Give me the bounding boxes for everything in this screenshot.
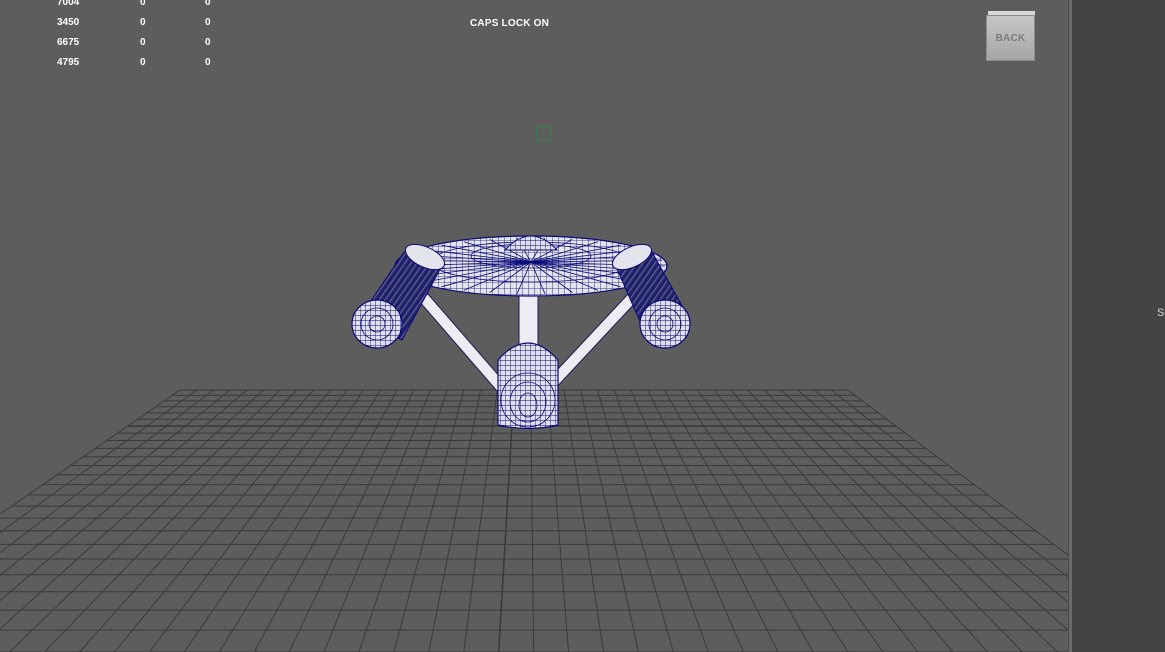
panel-clipped-label: Se (1157, 307, 1165, 319)
right-nacelle (612, 243, 691, 349)
hud-poly-stats: 7004 0 0 3450 0 0 6675 0 0 4795 0 0 (57, 0, 217, 77)
3d-viewport[interactable]: 7004 0 0 3450 0 0 6675 0 0 4795 0 0 CAPS LOCK ON BA… (0, 0, 1068, 652)
hud-stat-row: 6675 0 0 (57, 37, 217, 57)
hud-stat-value: 0 (140, 17, 146, 28)
hud-stat-row: 4795 0 0 (57, 57, 217, 77)
hud-stat-value: 0 (140, 57, 146, 68)
hud-stat-value: 0 (140, 0, 146, 8)
left-nacelle (351, 243, 445, 349)
hud-stat-value: 3450 (57, 17, 80, 28)
hud-stat-value: 6675 (57, 37, 80, 48)
hud-stat-row: 7004 0 0 (57, 0, 217, 17)
right-side-panel: Se (1072, 0, 1165, 652)
ground-grid (0, 389, 1068, 652)
hud-stat-value: 0 (205, 37, 211, 48)
hud-stat-value: 0 (205, 17, 211, 28)
view-cube[interactable]: BACK (986, 11, 1035, 61)
hud-stat-row: 3450 0 0 (57, 17, 217, 37)
pivot-marker-icon[interactable] (537, 126, 551, 141)
hud-stat-value: 0 (140, 37, 146, 48)
view-cube-label: BACK (995, 32, 1026, 44)
viewport-scene[interactable] (0, 0, 1068, 652)
hud-stat-value: 4795 (57, 57, 80, 68)
hud-stat-value: 0 (205, 0, 211, 8)
starship-model[interactable] (351, 235, 691, 430)
caps-lock-indicator: CAPS LOCK ON (470, 18, 550, 29)
hud-stat-value: 7004 (57, 0, 80, 8)
hud-stat-value: 0 (205, 57, 211, 68)
view-cube-back-face[interactable]: BACK (986, 15, 1035, 61)
